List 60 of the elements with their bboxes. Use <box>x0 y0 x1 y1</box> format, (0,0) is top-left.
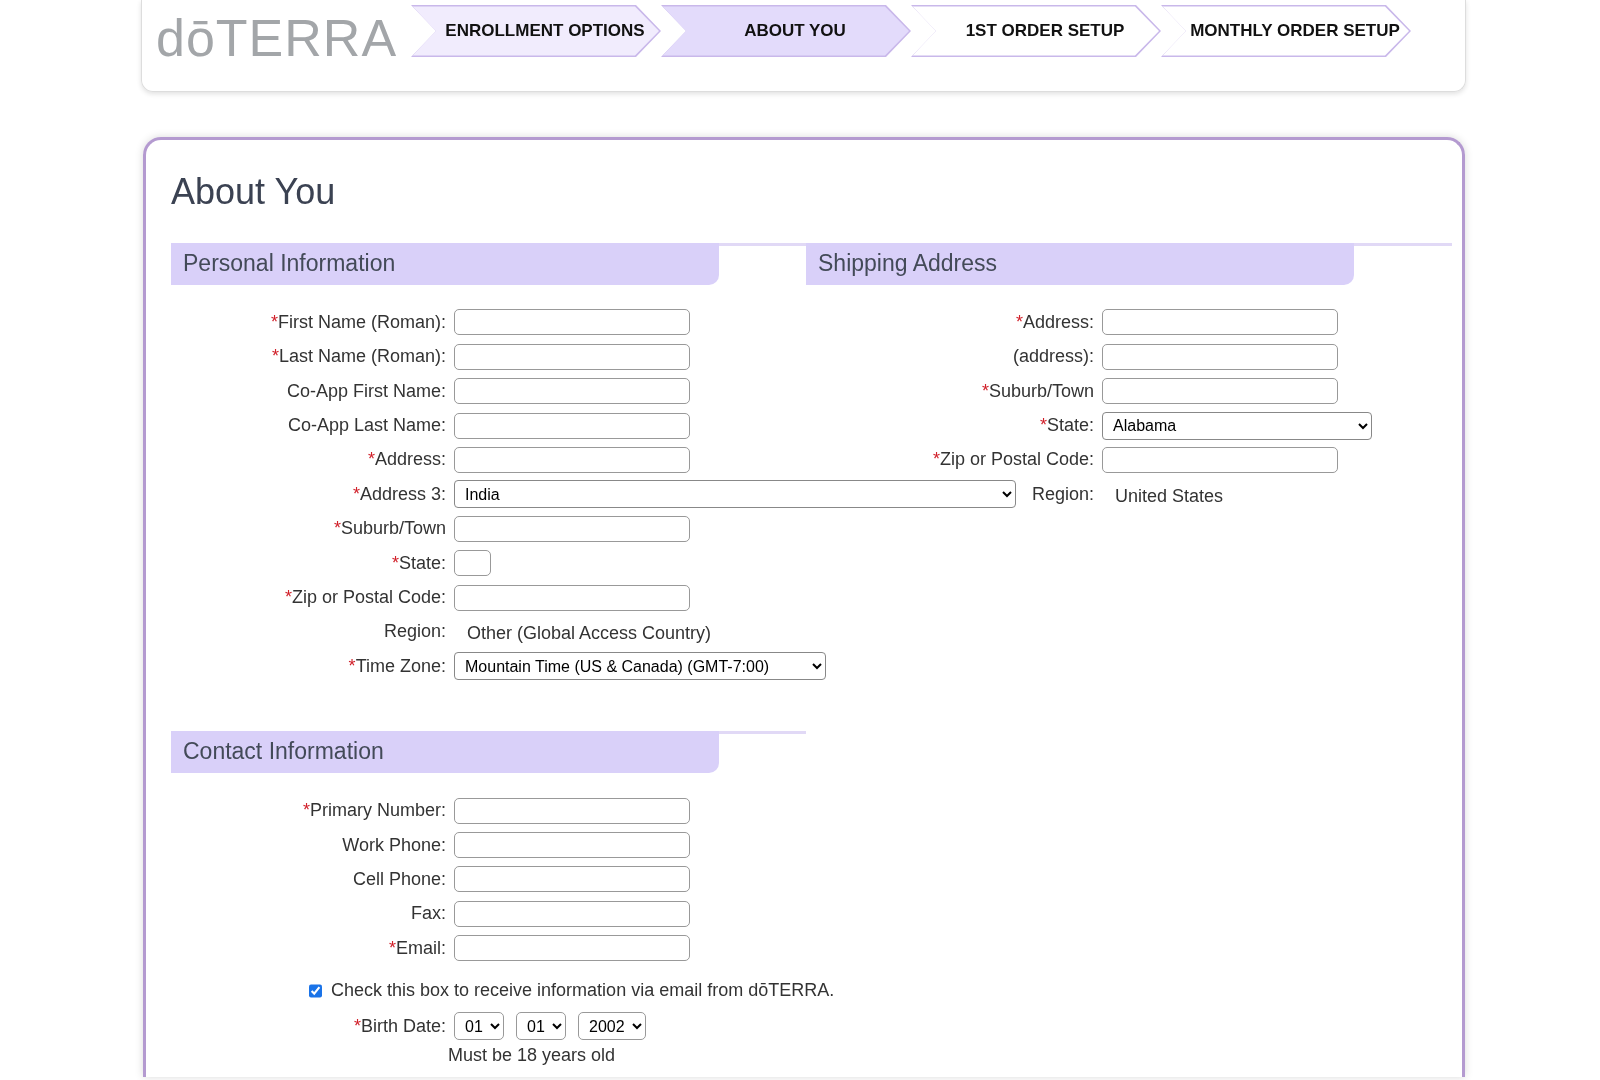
field-label: *First Name (Roman): <box>269 310 447 334</box>
field-label: *Zip or Postal Code: <box>931 448 1095 472</box>
checkbox-label: Check this box to receive information via email from dōTERRA. <box>331 979 835 1003</box>
page-title: About You <box>171 170 337 214</box>
field-label: Cell Phone: <box>351 867 447 891</box>
step-tab[interactable]: ABOUT YOU <box>661 5 911 57</box>
year-select[interactable]: 2002 <box>578 1012 646 1041</box>
text-input[interactable] <box>454 515 690 542</box>
text-input[interactable] <box>1102 446 1338 473</box>
region-value: United States <box>1114 484 1224 508</box>
text-input[interactable] <box>454 412 690 439</box>
field-label: *Address: <box>1014 310 1095 334</box>
field-label: Fax: <box>410 902 447 926</box>
text-input[interactable] <box>454 584 690 611</box>
field-label: Region: <box>1030 482 1095 506</box>
checkbox[interactable] <box>309 981 322 1000</box>
text-input[interactable] <box>454 832 690 859</box>
field-label: *Last Name (Roman): <box>270 345 447 369</box>
field-label: *State: <box>390 551 447 575</box>
text-input[interactable] <box>454 343 690 370</box>
field-label: *Zip or Postal Code: <box>283 586 447 609</box>
step-tab[interactable]: MONTHLY ORDER SETUP <box>1161 5 1411 57</box>
field-label: Region: <box>382 620 447 644</box>
text-input[interactable] <box>454 378 690 405</box>
text-input[interactable] <box>454 900 690 927</box>
field-label: *Primary Number: <box>301 799 447 823</box>
helper-text: Must be 18 years old <box>448 1044 617 1068</box>
month-select[interactable]: 01 <box>454 1012 504 1041</box>
step-tab[interactable]: ENROLLMENT OPTIONS <box>411 5 661 57</box>
step-tab[interactable]: 1ST ORDER SETUP <box>911 5 1161 57</box>
section-header: Shipping Address <box>806 243 1354 286</box>
country-select[interactable]: India <box>454 480 1016 509</box>
field-label: *Suburb/Town <box>332 517 447 541</box>
text-input[interactable] <box>1102 343 1338 370</box>
text-input[interactable] <box>454 550 491 577</box>
field-label: *State: <box>1038 414 1095 438</box>
field-label: *Birth Date: <box>352 1014 447 1038</box>
section-header: Personal Information <box>171 243 719 286</box>
day-select[interactable]: 01 <box>516 1012 566 1041</box>
field-label: Co-App First Name: <box>285 379 447 403</box>
field-label: *Email: <box>387 936 447 960</box>
field-label: Co-App Last Name: <box>286 414 447 438</box>
text-input[interactable] <box>454 309 690 336</box>
field-label: (address): <box>1011 345 1095 369</box>
state-select[interactable]: Alabama <box>1102 411 1372 440</box>
text-input[interactable] <box>1102 378 1338 405</box>
text-input[interactable] <box>454 866 690 893</box>
brand-logo: dōTERRA <box>156 12 399 64</box>
field-label: Work Phone: <box>341 833 447 857</box>
section-header: Contact Information <box>171 731 719 774</box>
field-label: *Address: <box>366 448 447 472</box>
text-input[interactable] <box>454 446 690 473</box>
field-label: *Suburb/Town <box>980 379 1095 403</box>
region-value: Other (Global Access Country) <box>466 622 712 646</box>
text-input[interactable] <box>454 935 690 962</box>
text-input[interactable] <box>454 797 690 824</box>
text-input[interactable] <box>1102 309 1338 336</box>
field-label: *Address 3: <box>351 482 447 506</box>
timezone-select[interactable]: Mountain Time (US & Canada) (GMT-7:00) <box>454 652 826 681</box>
field-label: *Time Zone: <box>347 654 447 678</box>
